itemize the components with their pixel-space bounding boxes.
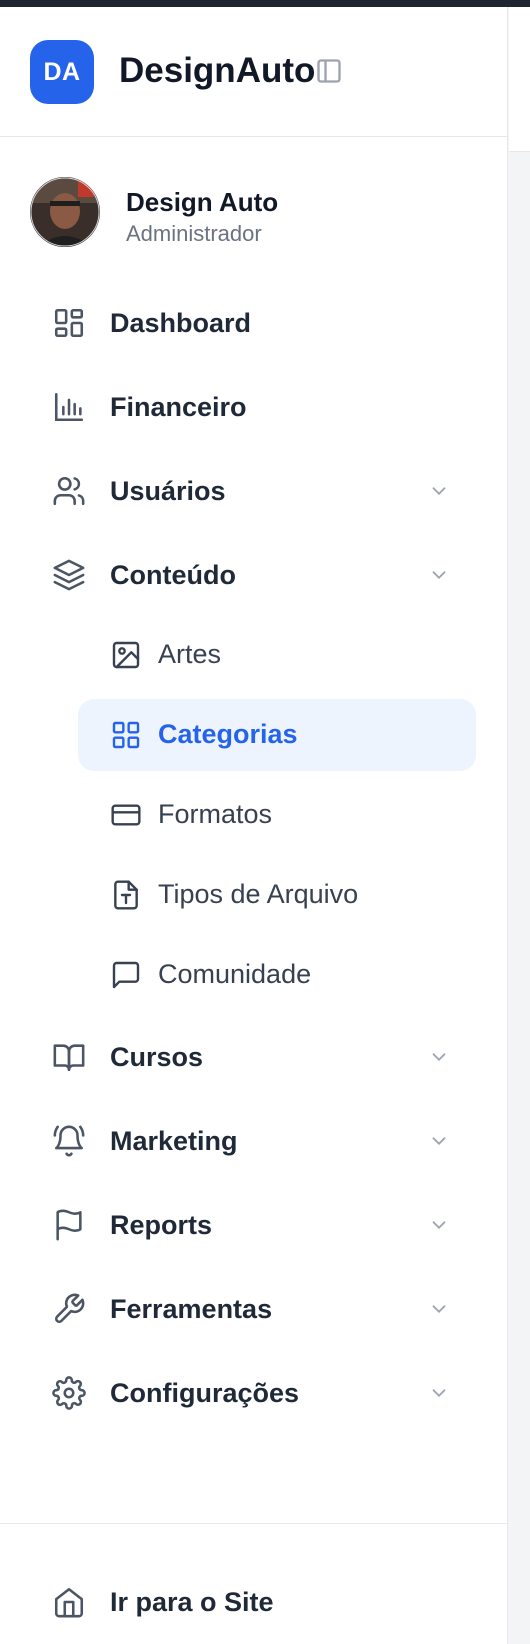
nav-label-ir-para-site: Ir para o Site xyxy=(110,1587,274,1617)
sub-item-tipos-arquivo[interactable]: Tipos de Arquivo xyxy=(78,859,476,931)
nav-item-conteudo[interactable]: Conteúdo xyxy=(0,539,507,611)
avatar[interactable] xyxy=(30,177,100,247)
nav-label-financeiro: Financeiro xyxy=(110,392,247,422)
sidebar: DA DesignAuto Design Auto Administrador … xyxy=(0,7,507,1644)
sub-label-tipos-arquivo: Tipos de Arquivo xyxy=(158,879,359,909)
nav-label-ferramentas: Ferramentas xyxy=(110,1294,273,1324)
nav-item-usuarios[interactable]: Usuários xyxy=(0,455,507,527)
brand-header: DA DesignAuto xyxy=(0,7,507,137)
nav-label-reports: Reports xyxy=(110,1210,213,1240)
bar-chart-icon xyxy=(54,392,84,422)
sub-item-categorias[interactable]: Categorias xyxy=(78,699,476,771)
nav-item-financeiro[interactable]: Financeiro xyxy=(0,371,507,443)
message-square-icon xyxy=(112,961,140,989)
chevron-down-icon[interactable] xyxy=(428,564,450,586)
sub-item-artes[interactable]: Artes xyxy=(78,619,476,691)
chevron-down-icon[interactable] xyxy=(428,1214,450,1236)
flag-icon xyxy=(56,1209,82,1241)
settings-icon xyxy=(52,1376,86,1410)
nav-item-marketing[interactable]: Marketing xyxy=(0,1105,507,1177)
main-header xyxy=(509,7,530,152)
book-open-icon xyxy=(53,1044,85,1072)
user-name: Design Auto xyxy=(126,187,279,217)
nav-item-configuracoes[interactable]: Configurações xyxy=(0,1357,507,1429)
sub-item-comunidade[interactable]: Comunidade xyxy=(78,939,476,1011)
chevron-down-icon[interactable] xyxy=(428,1046,450,1068)
nav-item-ir-para-site[interactable]: Ir para o Site xyxy=(0,1567,507,1639)
nav-label-configuracoes: Configurações xyxy=(110,1378,300,1408)
logo-badge[interactable]: DA xyxy=(30,40,94,104)
chevron-down-icon[interactable] xyxy=(428,1382,450,1404)
main-content-area xyxy=(508,7,530,1644)
sub-label-categorias: Categorias xyxy=(158,719,298,749)
user-profile[interactable]: Design Auto Administrador xyxy=(0,177,507,257)
footer-divider xyxy=(0,1523,507,1524)
wrench-icon xyxy=(55,1293,85,1323)
avatar-image xyxy=(30,177,100,247)
home-icon xyxy=(54,1587,84,1618)
nav-label-dashboard: Dashboard xyxy=(110,308,252,338)
nav-item-ferramentas[interactable]: Ferramentas xyxy=(0,1273,507,1345)
users-icon xyxy=(53,476,85,506)
sub-label-comunidade: Comunidade xyxy=(158,959,312,989)
nav-item-dashboard[interactable]: Dashboard xyxy=(0,287,507,359)
file-type-icon xyxy=(114,880,138,910)
chevron-down-icon[interactable] xyxy=(428,1298,450,1320)
chevron-down-icon[interactable] xyxy=(428,480,450,502)
image-icon xyxy=(112,641,140,669)
sidebar-toggle-icon[interactable] xyxy=(315,57,343,85)
brand-name[interactable]: DesignAuto xyxy=(119,51,315,91)
sub-item-formatos[interactable]: Formatos xyxy=(78,779,476,851)
grid-icon xyxy=(112,721,140,749)
credit-card-icon xyxy=(111,804,141,826)
nav-item-reports[interactable]: Reports xyxy=(0,1189,507,1261)
layers-icon xyxy=(53,559,85,591)
nav-label-conteudo: Conteúdo xyxy=(110,560,236,590)
layout-grid-icon xyxy=(54,308,84,338)
user-role: Administrador xyxy=(126,221,262,246)
top-bar xyxy=(0,0,530,7)
sub-label-formatos: Formatos xyxy=(158,799,273,829)
nav-label-marketing: Marketing xyxy=(110,1126,238,1156)
sub-label-artes: Artes xyxy=(158,639,222,669)
bell-ring-icon xyxy=(53,1125,85,1157)
nav-label-cursos: Cursos xyxy=(110,1042,204,1072)
chevron-down-icon[interactable] xyxy=(428,1130,450,1152)
nav-label-usuarios: Usuários xyxy=(110,476,226,506)
nav-item-cursos[interactable]: Cursos xyxy=(0,1021,507,1093)
